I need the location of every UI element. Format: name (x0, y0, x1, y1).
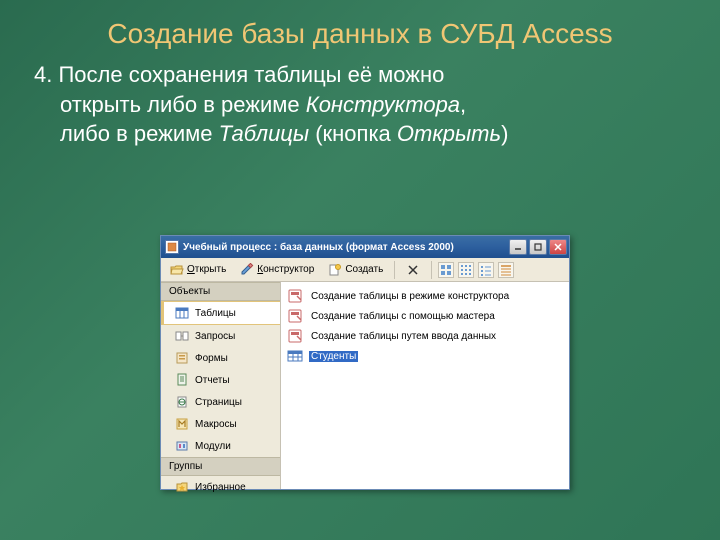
design-label: Конструктор (257, 264, 314, 275)
toolbar: ООткрытьткрыть Конструктор Создать (161, 258, 569, 282)
wizard-label: Создание таблицы путем ввода данных (309, 331, 498, 342)
table-icon (287, 348, 303, 364)
table-label: Студенты (309, 351, 358, 362)
delete-button[interactable] (401, 260, 425, 280)
bullet-number: 4. (34, 62, 52, 87)
sidebar-header-groups[interactable]: Группы (161, 457, 280, 476)
create-button[interactable]: Создать (323, 260, 388, 280)
body-line3a: либо в режиме (60, 121, 219, 146)
content-pane[interactable]: Создание таблицы в режиме конструктора С… (281, 282, 569, 489)
view-large-icons-button[interactable] (438, 262, 454, 278)
sidebar-item-label: Макросы (195, 419, 237, 430)
titlebar[interactable]: Учебный процесс : база данных (формат Ac… (161, 236, 569, 258)
sidebar-item-queries[interactable]: Запросы (161, 325, 280, 347)
open-button[interactable]: ООткрытьткрыть (165, 260, 231, 280)
toolbar-separator-2 (431, 261, 432, 279)
macro-icon (175, 417, 189, 431)
table-item-selected[interactable]: Студенты (285, 346, 565, 366)
wizard-item-data-entry[interactable]: Создание таблицы путем ввода данных (285, 326, 565, 346)
body-line3-em1: Таблицы (219, 121, 310, 146)
report-icon (175, 373, 189, 387)
favorites-icon (175, 480, 189, 494)
app-icon (165, 240, 179, 254)
sidebar-item-label: Запросы (195, 331, 235, 342)
form-icon (175, 351, 189, 365)
design-icon (240, 263, 254, 277)
sidebar-item-forms[interactable]: Формы (161, 347, 280, 369)
create-icon (328, 263, 342, 277)
window-title: Учебный процесс : база данных (формат Ac… (183, 242, 507, 253)
sidebar-item-label: Отчеты (195, 375, 230, 386)
sidebar-item-label: Таблицы (195, 308, 236, 319)
view-list-button[interactable] (478, 262, 494, 278)
body-line3c: ) (501, 121, 508, 146)
wizard-icon (287, 288, 303, 304)
wizard-label: Создание таблицы в режиме конструктора (309, 291, 511, 302)
sidebar-item-label: Модули (195, 441, 231, 452)
maximize-button[interactable] (529, 239, 547, 255)
sidebar-item-reports[interactable]: Отчеты (161, 369, 280, 391)
body-line2b: , (460, 92, 466, 117)
view-details-button[interactable] (498, 262, 514, 278)
open-icon (170, 263, 184, 277)
access-db-window: Учебный процесс : база данных (формат Ac… (160, 235, 570, 490)
sidebar-item-tables[interactable]: Таблицы (161, 301, 280, 325)
db-body: Объекты Таблицы Запросы Формы Отчеты Стр… (161, 282, 569, 489)
body-line3b: (кнопка (309, 121, 397, 146)
body-line2-em: Конструктора (306, 92, 460, 117)
sidebar-item-macros[interactable]: Макросы (161, 413, 280, 435)
wizard-item-wizard[interactable]: Создание таблицы с помощью мастера (285, 306, 565, 326)
wizard-item-design[interactable]: Создание таблицы в режиме конструктора (285, 286, 565, 306)
page-icon (175, 395, 189, 409)
sidebar-item-favorites[interactable]: Избранное (161, 476, 280, 498)
view-small-icons-button[interactable] (458, 262, 474, 278)
sidebar-item-label: Формы (195, 353, 228, 364)
delete-icon (406, 263, 420, 277)
wizard-icon (287, 308, 303, 324)
table-icon (175, 306, 189, 320)
wizard-icon (287, 328, 303, 344)
query-icon (175, 329, 189, 343)
sidebar-item-label: Страницы (195, 397, 242, 408)
body-line1: После сохранения таблицы её можно (58, 62, 444, 87)
slide-title: Создание базы данных в СУБД Access (0, 0, 720, 56)
create-label: Создать (345, 264, 383, 275)
body-line3-em2: Открыть (397, 121, 501, 146)
sidebar-item-label: Избранное (195, 482, 246, 493)
slide-body: 4. После сохранения таблицы её можно отк… (0, 56, 720, 149)
design-button[interactable]: Конструктор (235, 260, 319, 280)
module-icon (175, 439, 189, 453)
sidebar: Объекты Таблицы Запросы Формы Отчеты Стр… (161, 282, 281, 489)
toolbar-separator (394, 261, 395, 279)
sidebar-header-objects[interactable]: Объекты (161, 282, 280, 301)
wizard-label: Создание таблицы с помощью мастера (309, 311, 497, 322)
body-line2a: открыть либо в режиме (60, 92, 306, 117)
sidebar-item-pages[interactable]: Страницы (161, 391, 280, 413)
minimize-button[interactable] (509, 239, 527, 255)
sidebar-item-modules[interactable]: Модули (161, 435, 280, 457)
open-label: ООткрытьткрыть (187, 264, 226, 275)
close-button[interactable] (549, 239, 567, 255)
